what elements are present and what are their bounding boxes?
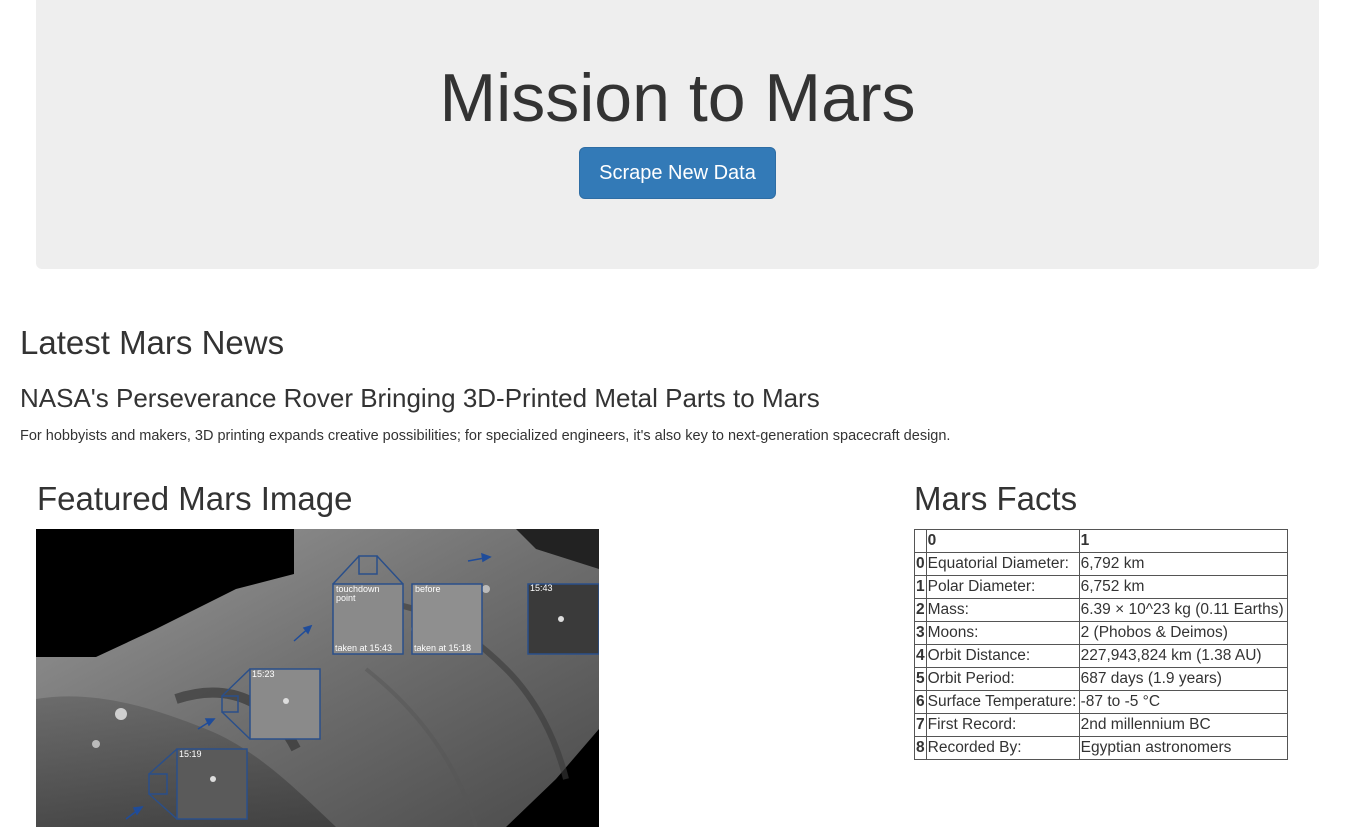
fact-label: Polar Diameter: (925, 575, 1080, 599)
row-index: 6 (914, 690, 927, 714)
table-row: 2 Mass: 6.39 × 10^23 kg (0.11 Earths) (914, 598, 1288, 622)
fact-label: Surface Temperature: (925, 690, 1080, 714)
table-row: 5 Orbit Period: 687 days (1.9 years) (914, 667, 1288, 691)
fact-value: -87 to -5 °C (1078, 690, 1288, 714)
fact-label: First Record: (925, 713, 1080, 737)
fact-label: Orbit Distance: (925, 644, 1080, 668)
table-row: 7 First Record: 2nd millennium BC (914, 713, 1288, 737)
jumbotron-header: Mission to Mars Scrape New Data (36, 0, 1319, 269)
row-index: 3 (914, 621, 927, 645)
label-1543: 15:43 (530, 583, 553, 593)
table-row: 4 Orbit Distance: 227,943,824 km (1.38 A… (914, 644, 1288, 668)
mars-facts-heading: Mars Facts (914, 480, 1078, 517)
latest-news-heading: Latest Mars News (20, 324, 285, 361)
row-index: 2 (914, 598, 927, 622)
row-index: 4 (914, 644, 927, 668)
table-header-row: 0 1 (914, 529, 1288, 553)
column-header-index (914, 529, 927, 553)
news-teaser: For hobbyists and makers, 3D printing ex… (20, 428, 951, 444)
fact-value: 2nd millennium BC (1078, 713, 1288, 737)
label-before: before (415, 584, 441, 594)
label-taken-1543: taken at 15:43 (335, 643, 392, 653)
fact-value: 687 days (1.9 years) (1078, 667, 1288, 691)
scrape-new-data-button[interactable]: Scrape New Data (579, 147, 776, 199)
fact-label: Equatorial Diameter: (925, 552, 1080, 576)
mars-facts-table: 0 1 0 Equatorial Diameter: 6,792 km 1 Po… (914, 529, 1288, 760)
fact-value: 227,943,824 km (1.38 AU) (1078, 644, 1288, 668)
featured-image-heading: Featured Mars Image (37, 480, 353, 517)
column-header-1: 1 (1078, 529, 1288, 553)
fact-label: Orbit Period: (925, 667, 1080, 691)
fact-value: 2 (Phobos & Deimos) (1078, 621, 1288, 645)
label-1523: 15:23 (252, 669, 275, 679)
fact-label: Recorded By: (925, 736, 1080, 760)
table-row: 3 Moons: 2 (Phobos & Deimos) (914, 621, 1288, 645)
row-index: 5 (914, 667, 927, 691)
comet-surface-picture: touchdown point before taken at 15:43 ta… (36, 529, 599, 827)
fact-value: Egyptian astronomers (1078, 736, 1288, 760)
row-index: 8 (914, 736, 927, 760)
page-title: Mission to Mars (439, 60, 916, 136)
row-index: 0 (914, 552, 927, 576)
svg-text:point: point (336, 593, 356, 603)
fact-value: 6.39 × 10^23 kg (0.11 Earths) (1078, 598, 1288, 622)
label-taken-1518: taken at 15:18 (414, 643, 471, 653)
fact-value: 6,752 km (1078, 575, 1288, 599)
fact-value: 6,792 km (1078, 552, 1288, 576)
table-row: 8 Recorded By: Egyptian astronomers (914, 736, 1288, 760)
news-title: NASA's Perseverance Rover Bringing 3D-Pr… (20, 383, 820, 413)
row-index: 1 (914, 575, 927, 599)
fact-label: Moons: (925, 621, 1080, 645)
table-row: 6 Surface Temperature: -87 to -5 °C (914, 690, 1288, 714)
column-header-0: 0 (925, 529, 1080, 553)
featured-mars-image: touchdown point before taken at 15:43 ta… (36, 529, 599, 827)
label-1519: 15:19 (179, 749, 202, 759)
row-index: 7 (914, 713, 927, 737)
table-row: 0 Equatorial Diameter: 6,792 km (914, 552, 1288, 576)
fact-label: Mass: (925, 598, 1080, 622)
table-row: 1 Polar Diameter: 6,752 km (914, 575, 1288, 599)
